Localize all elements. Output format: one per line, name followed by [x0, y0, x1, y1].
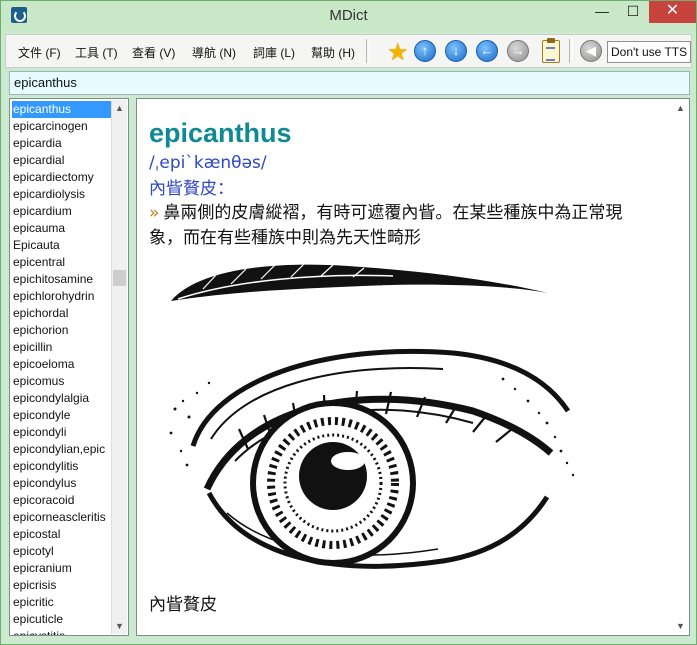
- word-list-item[interactable]: epicotyl: [12, 543, 111, 560]
- word-list-item[interactable]: epicomus: [12, 373, 111, 390]
- word-list-item[interactable]: epicondyle: [12, 407, 111, 424]
- arrow-left-icon[interactable]: ←: [476, 40, 498, 62]
- menu-file[interactable]: 文件 (F): [18, 44, 61, 61]
- word-list-item[interactable]: epicystitis: [12, 628, 111, 635]
- entry-pane: epicanthus /ˌepiˋkænθəs/ 內眥贅皮： » 鼻兩側的皮膚縱褶…: [136, 98, 690, 636]
- word-list-item[interactable]: epicardial: [12, 152, 111, 169]
- word-list-item[interactable]: epicondyli: [12, 424, 111, 441]
- word-list-scrollbar[interactable]: ▲ ▼: [111, 100, 127, 634]
- entry-pos-label: 內眥贅皮：: [149, 179, 234, 199]
- menu-navigate[interactable]: 導航 (N): [192, 44, 236, 61]
- word-list-item[interactable]: epichitosamine: [12, 271, 111, 288]
- word-list-item[interactable]: epicarcinogen: [12, 118, 111, 135]
- word-list-item[interactable]: epicranium: [12, 560, 111, 577]
- entry-content: epicanthus /ˌepiˋkænθəs/ 內眥贅皮： » 鼻兩側的皮膚縱褶…: [149, 117, 649, 251]
- menu-toolbar: 文件 (F) 工具 (T) 查看 (V) 導航 (N) 詞庫 (L) 幫助 (H…: [5, 34, 692, 68]
- clipboard-icon[interactable]: [542, 38, 560, 63]
- word-list-item[interactable]: epicuticle: [12, 611, 111, 628]
- minimize-button[interactable]: —: [587, 1, 617, 23]
- word-list-item[interactable]: epicauma: [12, 220, 111, 237]
- entry-headword: epicanthus: [149, 118, 292, 148]
- word-list-item[interactable]: epicondylian,epic: [12, 441, 111, 458]
- arrow-right-icon[interactable]: →: [507, 40, 529, 62]
- toolbar-separator: [569, 39, 573, 63]
- word-list-item[interactable]: epicardiectomy: [12, 169, 111, 186]
- word-list-item[interactable]: epicillin: [12, 339, 111, 356]
- tts-select[interactable]: Don't use TTS: [607, 41, 691, 63]
- entry-definition: » 鼻兩側的皮膚縱褶，有時可遮覆內眥。在某些種族中為正常現象，而在有些種族中則為先…: [149, 201, 649, 251]
- menu-library[interactable]: 詞庫 (L): [253, 44, 295, 61]
- word-list-item[interactable]: epicritic: [12, 594, 111, 611]
- word-list-item[interactable]: epicanthus: [12, 101, 111, 118]
- entry-phonetic: /ˌepiˋkænθəs/: [149, 153, 267, 173]
- word-list-item[interactable]: epicoracoid: [12, 492, 111, 509]
- word-list-item[interactable]: epicardiolysis: [12, 186, 111, 203]
- word-list-item[interactable]: epichlorohydrin: [12, 288, 111, 305]
- scroll-thumb[interactable]: [113, 270, 126, 286]
- illustration-caption: 內眥贅皮: [149, 595, 217, 615]
- scroll-down-icon[interactable]: ▼: [673, 618, 688, 634]
- menu-view[interactable]: 查看 (V): [132, 44, 175, 61]
- word-list-item[interactable]: epicardium: [12, 203, 111, 220]
- definition-text: 鼻兩側的皮膚縱褶，有時可遮覆內眥。在某些種族中為正常現象，而在有些種族中則為先天…: [149, 203, 623, 248]
- search-input[interactable]: epicanthus: [9, 71, 690, 95]
- word-list-item[interactable]: Epicauta: [12, 237, 111, 254]
- word-list-pane: epicanthus epicarcinogen epicardia epicardi…: [9, 98, 129, 636]
- scroll-down-icon[interactable]: ▼: [112, 618, 127, 634]
- word-list-item[interactable]: epicondylalgia: [12, 390, 111, 407]
- scroll-up-icon[interactable]: ▲: [112, 100, 127, 116]
- word-list-item[interactable]: epicorneascleritis: [12, 509, 111, 526]
- bullet-arrow-icon: »: [149, 203, 160, 223]
- word-list-item[interactable]: epicoeloma: [12, 356, 111, 373]
- word-list-item[interactable]: epicostal: [12, 526, 111, 543]
- speaker-icon[interactable]: ◀: [580, 40, 602, 62]
- scroll-up-icon[interactable]: ▲: [673, 100, 688, 116]
- word-list-item[interactable]: epicondylus: [12, 475, 111, 492]
- close-button[interactable]: ✕: [649, 1, 696, 23]
- word-list: epicanthus epicarcinogen epicardia epicardi…: [12, 101, 111, 635]
- toolbar-separator: [366, 39, 370, 63]
- title-bar[interactable]: MDict — ☐ ✕: [1, 1, 696, 31]
- word-list-item[interactable]: epicondylitis: [12, 458, 111, 475]
- arrow-up-icon[interactable]: ↑: [414, 40, 436, 62]
- word-list-item[interactable]: epicentral: [12, 254, 111, 271]
- word-list-item[interactable]: epichorion: [12, 322, 111, 339]
- star-icon[interactable]: ★: [387, 38, 409, 67]
- menu-help[interactable]: 幫助 (H): [311, 44, 355, 61]
- menu-tools[interactable]: 工具 (T): [75, 44, 118, 61]
- mdict-window: MDict — ☐ ✕ 文件 (F) 工具 (T) 查看 (V) 導航 (N) …: [0, 0, 697, 645]
- word-list-item[interactable]: epichordal: [12, 305, 111, 322]
- entry-scrollbar[interactable]: ▲ ▼: [673, 100, 688, 634]
- arrow-down-icon[interactable]: ↓: [445, 40, 467, 62]
- word-list-item[interactable]: epicrisis: [12, 577, 111, 594]
- maximize-button[interactable]: ☐: [618, 1, 648, 23]
- word-list-item[interactable]: epicardia: [12, 135, 111, 152]
- eye-illustration: [169, 263, 575, 569]
